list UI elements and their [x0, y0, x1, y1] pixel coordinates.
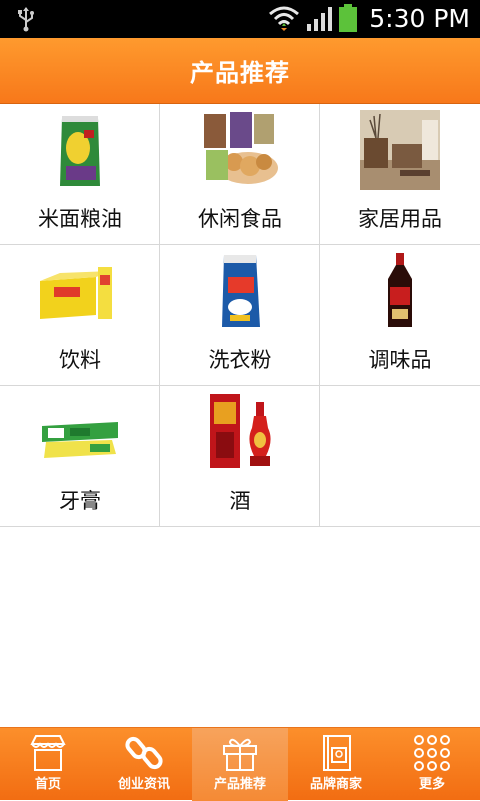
tab-label: 品牌商家 — [309, 777, 362, 792]
category-rice-oil[interactable]: 米面粮油 — [0, 104, 160, 245]
title-bar: 产品推荐 — [0, 38, 480, 104]
category-snacks[interactable]: 休闲食品 — [160, 104, 320, 245]
tab-brand-merchants[interactable]: 品牌商家 — [288, 728, 384, 801]
tab-label: 创业资讯 — [117, 777, 170, 792]
category-laundry[interactable]: 洗衣粉 — [160, 245, 320, 386]
category-liquor[interactable]: 酒 — [160, 386, 320, 527]
signal-icon — [307, 7, 332, 31]
liquor-bottle-image — [210, 394, 271, 468]
brand-book-icon — [323, 735, 351, 771]
tab-label: 首页 — [34, 777, 61, 792]
tab-business-news[interactable]: 创业资讯 — [96, 728, 192, 801]
category-label: 牙膏 — [59, 489, 101, 513]
tab-home[interactable]: 首页 — [0, 728, 96, 801]
status-bar: 5:30 PM — [0, 0, 480, 38]
shop-home-icon — [30, 735, 66, 771]
gift-box-icon — [223, 738, 257, 771]
empty-cell — [320, 386, 480, 527]
dots-grid-icon — [414, 735, 450, 771]
snack-food-image — [204, 112, 278, 184]
page-title: 产品推荐 — [190, 59, 290, 87]
category-label: 洗衣粉 — [208, 348, 272, 372]
toothpaste-image — [42, 422, 118, 458]
rice-bag-image — [60, 116, 100, 186]
category-label: 酒 — [229, 489, 251, 513]
tab-label: 更多 — [418, 777, 445, 792]
battery-icon — [339, 4, 357, 32]
category-beverages[interactable]: 饮料 — [0, 245, 160, 386]
category-grid: 米面粮油 休闲食品 家居用品 饮料 洗衣粉 调味品 牙膏 酒 — [0, 104, 480, 527]
home-furniture-image — [360, 110, 440, 190]
category-label: 休闲食品 — [198, 207, 282, 231]
chain-link-icon — [125, 736, 163, 770]
laundry-powder-image — [222, 255, 260, 327]
usb-icon — [18, 7, 34, 32]
category-label: 调味品 — [368, 348, 432, 372]
tab-label: 产品推荐 — [213, 777, 266, 792]
wifi-icon — [269, 6, 299, 31]
beverage-box-image — [40, 267, 112, 319]
bottom-tab-bar: 首页 创业资讯 产品推荐 品牌商家 更多 — [0, 727, 480, 801]
category-toothpaste[interactable]: 牙膏 — [0, 386, 160, 527]
category-label: 米面粮油 — [38, 207, 122, 231]
category-seasoning[interactable]: 调味品 — [320, 245, 480, 386]
soy-sauce-bottle-image — [388, 253, 412, 327]
tab-product-recommend[interactable]: 产品推荐 — [192, 728, 288, 801]
status-time: 5:30 PM — [369, 4, 470, 33]
tab-more[interactable]: 更多 — [384, 728, 480, 801]
category-label: 饮料 — [59, 348, 101, 372]
category-home-goods[interactable]: 家居用品 — [320, 104, 480, 245]
category-label: 家居用品 — [358, 207, 442, 231]
